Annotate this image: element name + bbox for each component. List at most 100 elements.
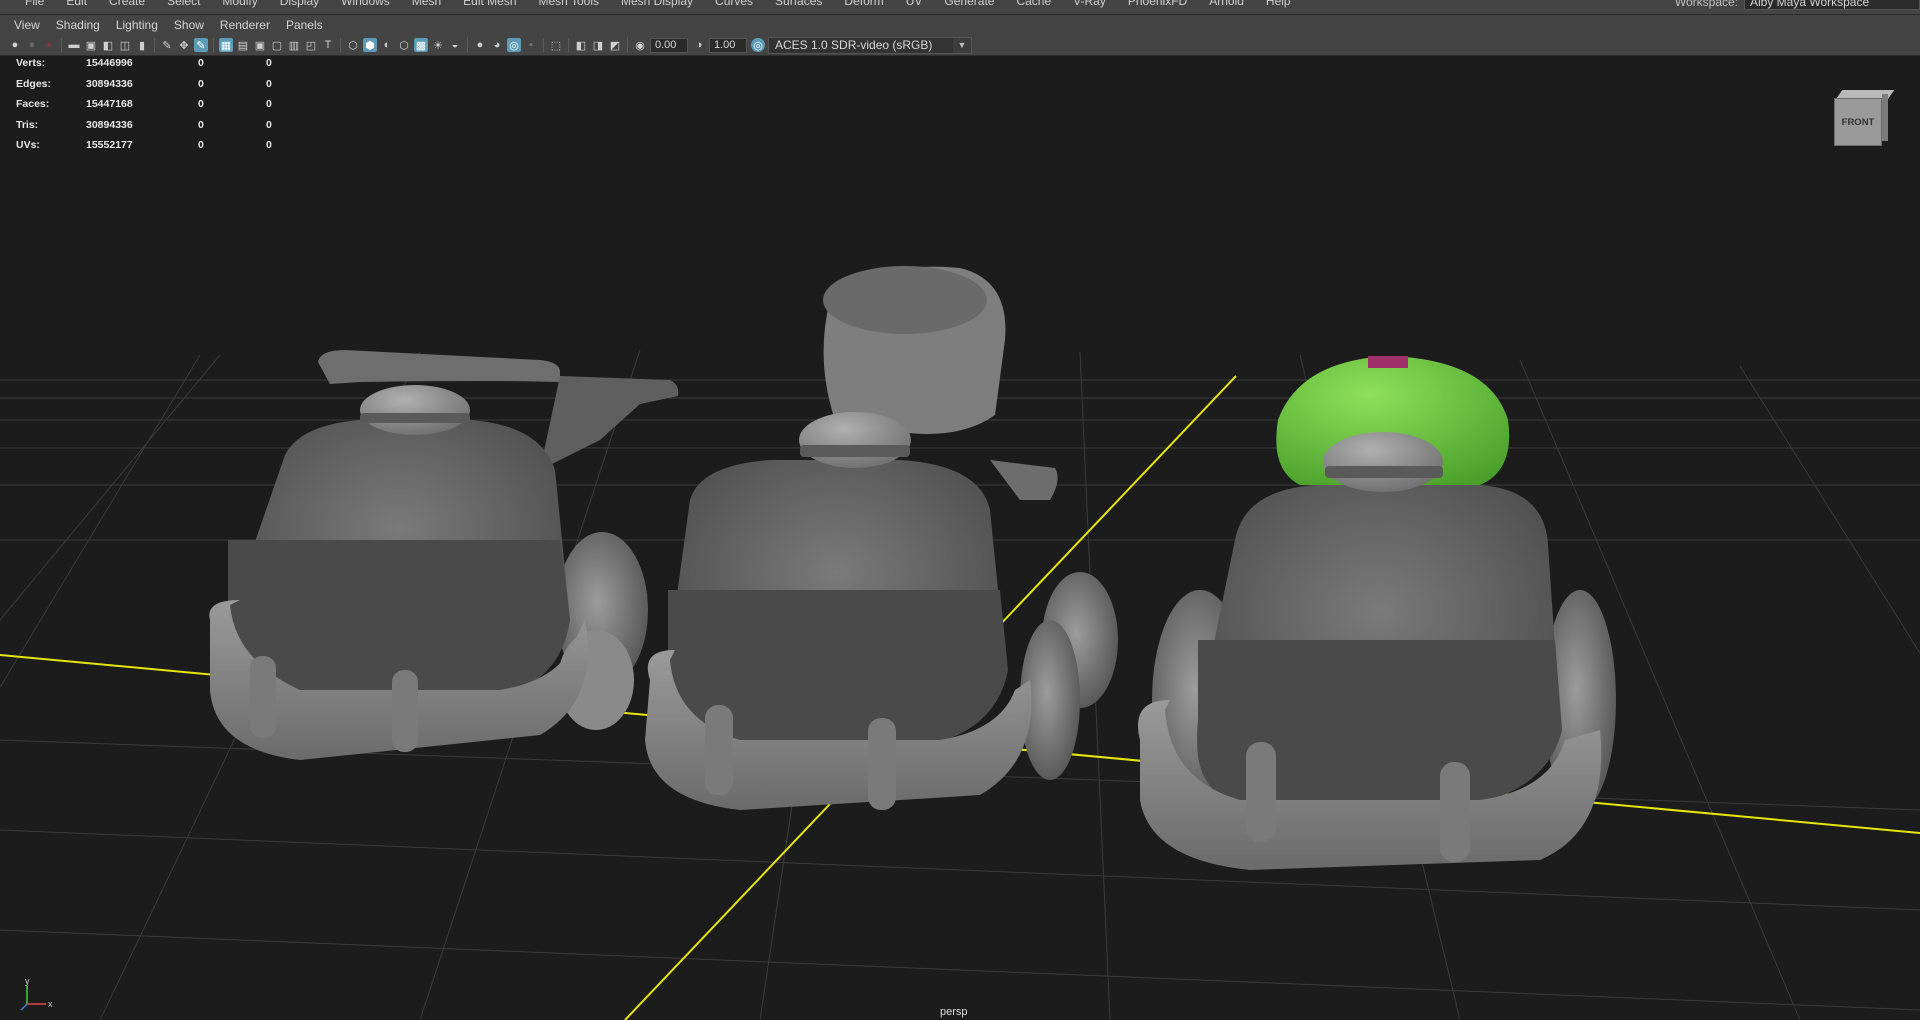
anti-aliasing-icon[interactable]: ◎ <box>507 38 521 52</box>
hud-selected: 0 <box>198 98 204 111</box>
hud-selected: 0 <box>198 139 204 152</box>
main-menu-file[interactable]: File <box>14 0 55 8</box>
toolbar-separator <box>467 38 468 52</box>
hud-label: Faces: <box>16 98 50 111</box>
color-management-toggle-icon[interactable]: ◎ <box>751 38 765 52</box>
exposure-field[interactable]: 0.00 <box>650 37 688 53</box>
main-menu-display[interactable]: Display <box>269 0 330 8</box>
main-menu-generate[interactable]: Generate <box>933 0 1005 8</box>
lock-camera-icon[interactable]: ● <box>25 38 39 52</box>
film-gate-icon[interactable]: ▤ <box>236 38 250 52</box>
camera-icon[interactable]: ▬ <box>67 38 81 52</box>
main-menu-phoenixfd[interactable]: PhoenixFD <box>1117 0 1198 8</box>
2d-pan-zoom-icon[interactable]: ◫ <box>118 38 132 52</box>
hud-triangles: 0 <box>266 139 272 152</box>
panel-menu-lighting[interactable]: Lighting <box>108 15 166 35</box>
panel-menu-bar: View Shading Lighting Show Renderer Pane… <box>0 15 1920 35</box>
panel-menu-panels[interactable]: Panels <box>278 15 331 35</box>
main-menu-mesh-tools[interactable]: Mesh Tools <box>528 0 610 8</box>
lights-icon[interactable]: ☀ <box>431 38 445 52</box>
move-tool-icon[interactable]: ✥ <box>177 38 191 52</box>
hud-triangles: 0 <box>266 98 272 111</box>
axis-z-line <box>20 1003 28 1011</box>
label-decal <box>1368 356 1408 368</box>
hud-row-verts: Verts: 15446996 0 0 <box>16 56 286 74</box>
car-model-green-top[interactable] <box>1138 356 1616 870</box>
hud-row-faces: Faces: 15447168 0 0 <box>16 94 286 115</box>
axis-y-label: y <box>25 976 30 986</box>
main-menu-modify[interactable]: Modify <box>211 0 268 8</box>
resolution-gate-icon[interactable]: ▣ <box>253 38 267 52</box>
field-chart-icon[interactable]: ▥ <box>287 38 301 52</box>
view-cube-side[interactable] <box>1882 94 1888 141</box>
hud-total: 30894336 <box>86 118 133 131</box>
view-cube[interactable]: FRONT <box>1834 90 1895 146</box>
panel-menu-show[interactable]: Show <box>166 15 212 35</box>
color-management-dropdown[interactable]: ACES 1.0 SDR-video (sRGB) ▼ <box>768 36 972 54</box>
main-menu-mesh[interactable]: Mesh <box>401 0 452 8</box>
wireframe-on-shaded-icon[interactable]: ⬡ <box>397 38 411 52</box>
toolbar-separator <box>154 38 155 52</box>
bookmark-icon[interactable]: ▮ <box>135 38 149 52</box>
exposure-icon[interactable]: ◉ <box>633 38 647 52</box>
viewport-persp[interactable]: Verts: 15446996 0 0 Edges: 30894336 0 0 … <box>0 56 1920 1020</box>
hud-selected: 0 <box>198 77 204 90</box>
panel-menu-view[interactable]: View <box>0 15 48 35</box>
gamma-icon[interactable]: ◑ <box>692 38 706 52</box>
xray-icon[interactable]: ◧ <box>574 38 588 52</box>
wireframe-icon[interactable]: ⬡ <box>346 38 360 52</box>
paint-icon[interactable]: ✎ <box>194 38 208 52</box>
main-menu-deform[interactable]: Deform <box>833 0 894 8</box>
main-menu-uv[interactable]: UV <box>895 0 934 8</box>
grease-pencil-icon[interactable]: ✎ <box>160 38 174 52</box>
bookmark-camera-icon[interactable]: ◧ <box>101 38 115 52</box>
grid-icon[interactable]: ▦ <box>219 38 233 52</box>
screen-space-ao-icon[interactable]: ● <box>473 38 487 52</box>
toolbar-separator <box>627 38 628 52</box>
motion-blur-icon[interactable]: ◕ <box>490 38 504 52</box>
hud-label: UVs: <box>16 139 40 152</box>
toolbar-separator <box>340 38 341 52</box>
gate-mask-icon[interactable]: ▢ <box>270 38 284 52</box>
main-menu-surfaces[interactable]: Surfaces <box>764 0 833 8</box>
default-material-icon[interactable]: ◐ <box>380 38 394 52</box>
view-cube-front[interactable]: FRONT <box>1834 98 1882 146</box>
main-menu-cache[interactable]: Cache <box>1005 0 1062 8</box>
axis-x-label: x <box>48 999 53 1009</box>
car-model-cement-mixer[interactable] <box>645 266 1118 810</box>
main-menu-v-ray[interactable]: V-Ray <box>1062 0 1117 8</box>
shadows-icon[interactable]: ◒ <box>448 38 462 52</box>
main-menu-windows[interactable]: Windows <box>330 0 401 8</box>
car-model-dump-truck[interactable] <box>209 350 679 760</box>
hud-label: Tris: <box>16 118 39 131</box>
xray-components-icon[interactable]: ◩ <box>608 38 622 52</box>
hud-selected: 0 <box>198 118 204 131</box>
textured-icon[interactable]: ▩ <box>414 38 428 52</box>
xray-joints-icon[interactable]: ◨ <box>591 38 605 52</box>
workspace-dropdown[interactable]: Alby Maya Workspace <box>1744 0 1920 10</box>
safe-title-icon[interactable]: T <box>321 38 335 52</box>
main-menu-help[interactable]: Help <box>1255 0 1302 8</box>
main-menu-bar: File Edit Create Select Modify Display Windows… <box>0 0 1920 15</box>
isolate-select-icon[interactable]: ⬚ <box>549 38 563 52</box>
main-menu-edit[interactable]: Edit <box>55 0 98 8</box>
hud-row-edges: Edges: 30894336 0 0 <box>16 74 286 95</box>
main-menu-mesh-display[interactable]: Mesh Display <box>610 0 704 8</box>
toolbar-separator <box>61 38 62 52</box>
select-camera-icon[interactable]: ● <box>8 38 22 52</box>
hud-triangles: 0 <box>266 118 272 131</box>
main-menu-create[interactable]: Create <box>98 0 156 8</box>
main-menu-select[interactable]: Select <box>156 0 211 8</box>
gamma-field[interactable]: 1.00 <box>709 37 747 53</box>
depth-of-field-icon[interactable]: ▪ <box>524 38 538 52</box>
main-menu-edit-mesh[interactable]: Edit Mesh <box>452 0 527 8</box>
poly-count-hud: Verts: 15446996 0 0 Edges: 30894336 0 0 … <box>16 56 286 156</box>
smooth-shade-icon[interactable]: ⬢ <box>363 38 377 52</box>
image-plane-icon[interactable]: ▣ <box>84 38 98 52</box>
main-menu-arnold[interactable]: Arnold <box>1198 0 1255 8</box>
panel-menu-shading[interactable]: Shading <box>48 15 108 35</box>
main-menu-curves[interactable]: Curves <box>704 0 764 8</box>
panel-menu-renderer[interactable]: Renderer <box>212 15 278 35</box>
camera-attributes-icon[interactable]: ● <box>42 38 56 52</box>
safe-action-icon[interactable]: ◰ <box>304 38 318 52</box>
